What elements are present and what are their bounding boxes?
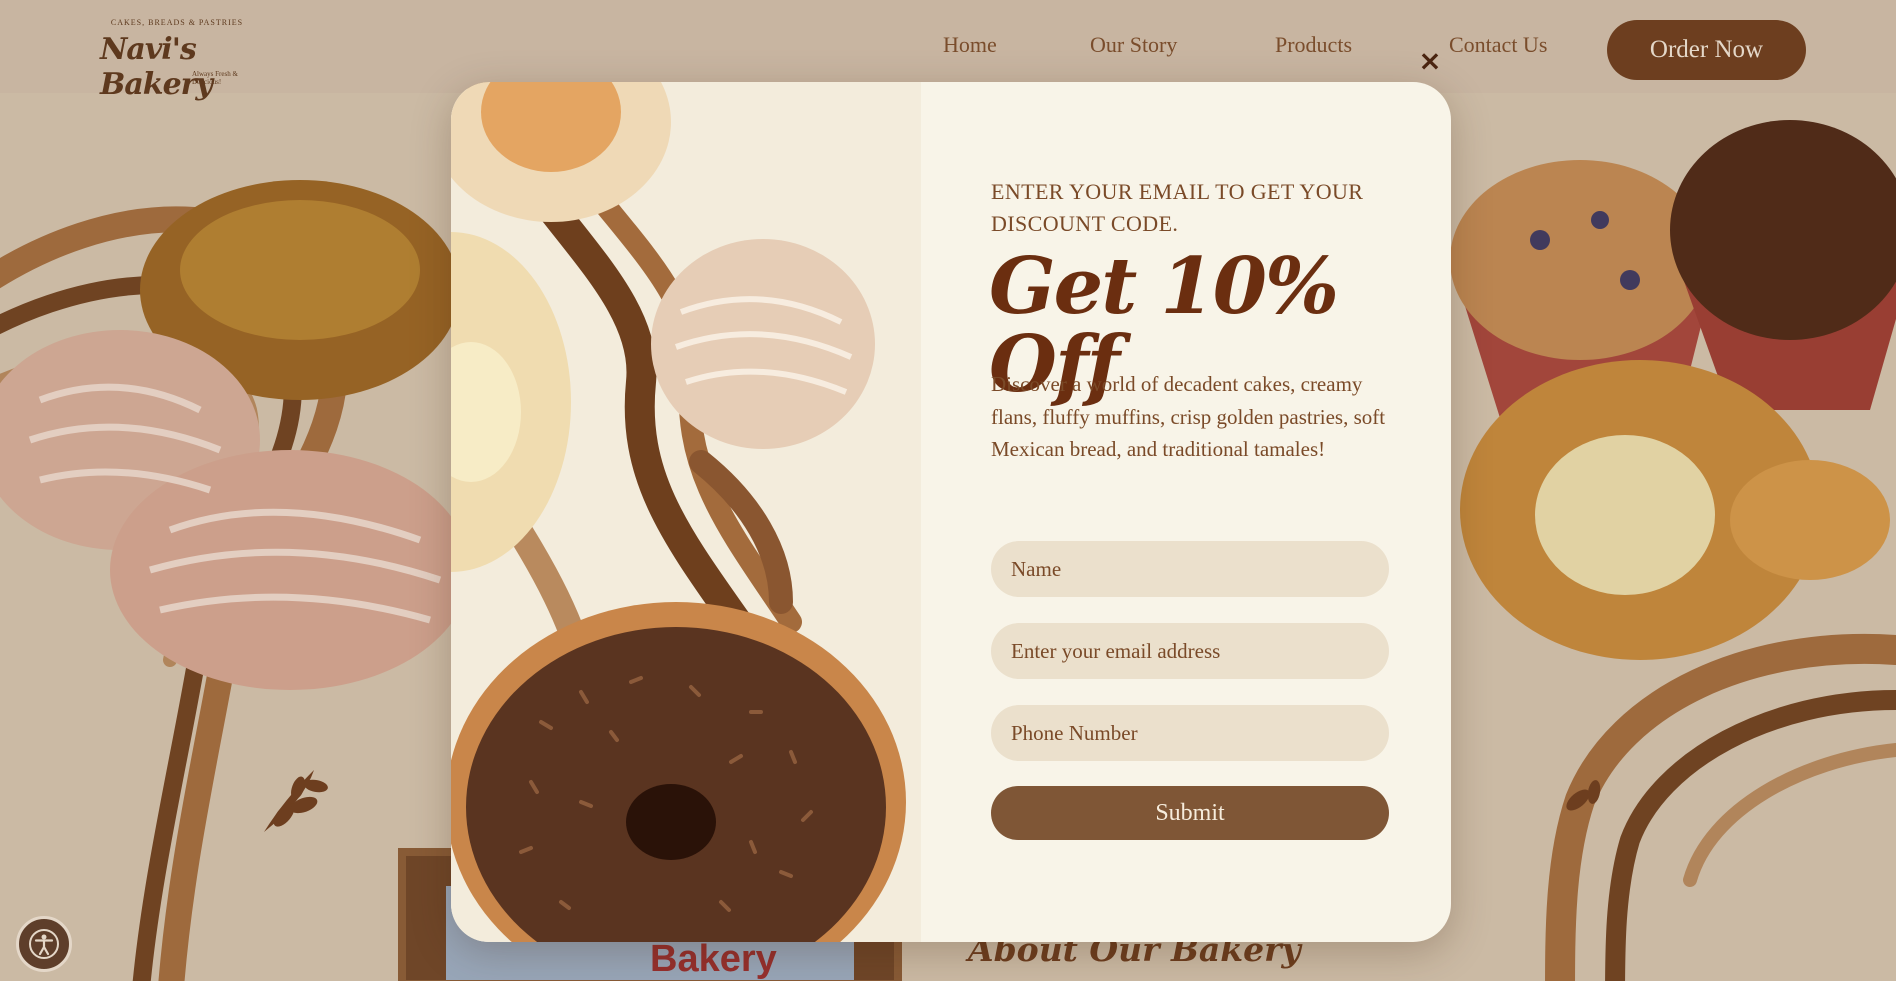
submit-button[interactable]: Submit — [991, 786, 1389, 840]
discount-description: Discover a world of decadent cakes, crea… — [991, 372, 1386, 461]
discount-popup: ENTER YOUR EMAIL TO GET YOUR DISCOUNT CO… — [451, 82, 1451, 942]
popup-pastries-image — [451, 82, 921, 942]
name-field[interactable] — [991, 541, 1389, 597]
close-icon[interactable]: × — [1416, 44, 1444, 77]
email-field[interactable] — [991, 623, 1389, 679]
popup-pastries-art — [451, 82, 906, 942]
discount-kicker: ENTER YOUR EMAIL TO GET YOUR DISCOUNT CO… — [991, 179, 1364, 236]
phone-field[interactable] — [991, 705, 1389, 761]
